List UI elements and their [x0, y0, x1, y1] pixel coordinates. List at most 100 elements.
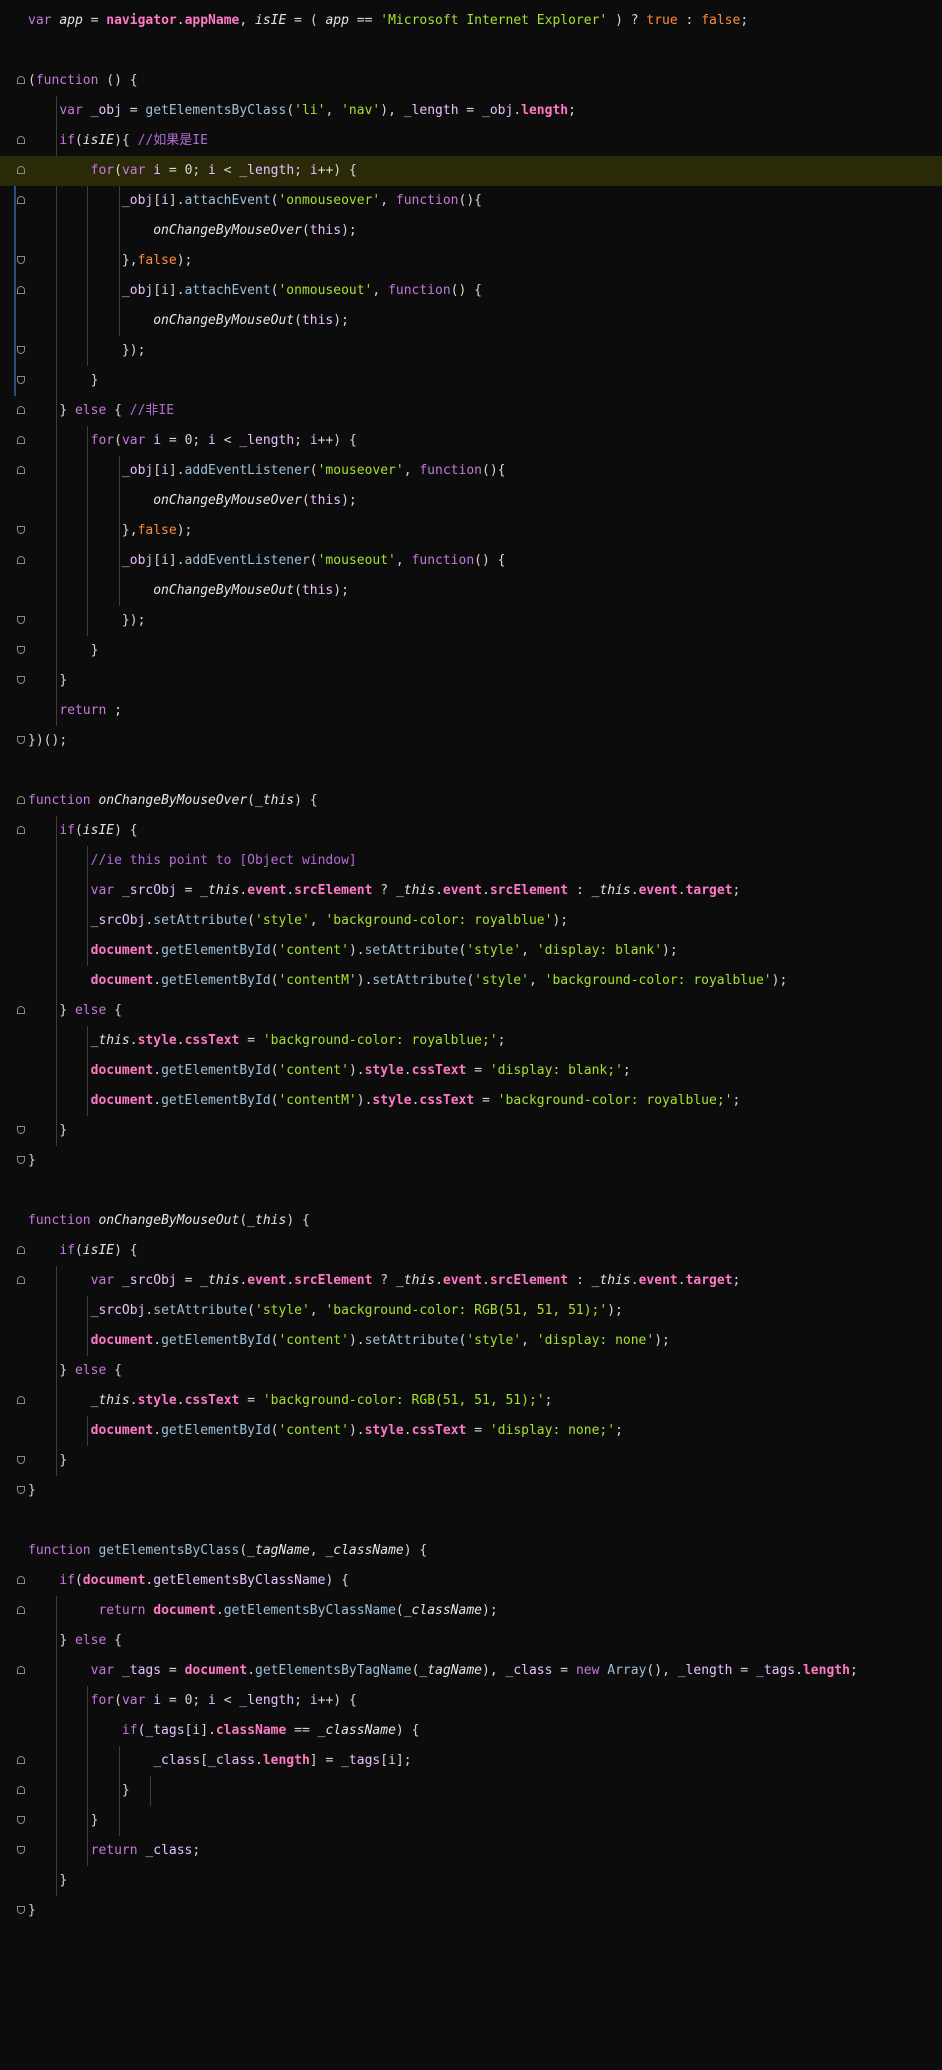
code-line[interactable]: }: [0, 366, 942, 396]
fold-collapse-icon[interactable]: [17, 1786, 25, 1794]
code-line[interactable]: onChangeByMouseOut(this);: [0, 576, 942, 606]
code-line[interactable]: document.getElementById('content').setAt…: [0, 1326, 942, 1356]
code-line[interactable]: onChangeByMouseOver(this);: [0, 216, 942, 246]
code-line[interactable]: return _class;: [0, 1836, 942, 1866]
code-line[interactable]: if(isIE) {: [0, 1236, 942, 1266]
code-line[interactable]: });: [0, 336, 942, 366]
code-line[interactable]: var app = navigator.appName, isIE = ( ap…: [0, 6, 942, 36]
fold-collapse-icon[interactable]: [17, 466, 25, 474]
code-line[interactable]: _obj[i].addEventListener('mouseout', fun…: [0, 546, 942, 576]
fold-collapse-icon[interactable]: [17, 1006, 25, 1014]
code-line[interactable]: }: [0, 1896, 942, 1926]
code-line[interactable]: return document.getElementsByClassName(_…: [0, 1596, 942, 1626]
fold-end-icon: [17, 376, 25, 384]
code-text: } else {: [59, 1003, 122, 1018]
code-line[interactable]: if(isIE) {: [0, 816, 942, 846]
fold-collapse-icon[interactable]: [17, 196, 25, 204]
code-line[interactable]: }: [0, 666, 942, 696]
code-text: },false);: [121, 523, 193, 538]
fold-collapse-icon[interactable]: [17, 166, 25, 174]
fold-end-icon: [17, 1846, 25, 1854]
code-line[interactable]: _srcObj.setAttribute('style', 'backgroun…: [0, 1296, 942, 1326]
code-text: onChangeByMouseOut(this);: [153, 583, 349, 598]
fold-collapse-icon[interactable]: [17, 436, 25, 444]
code-line[interactable]: [0, 756, 942, 786]
code-text: }: [28, 1153, 36, 1168]
fold-collapse-icon[interactable]: [17, 136, 25, 144]
code-line[interactable]: for(var i = 0; i < _length; i++) {: [0, 426, 942, 456]
code-line[interactable]: _obj[i].attachEvent('onmouseover', funct…: [0, 186, 942, 216]
code-line[interactable]: onChangeByMouseOut(this);: [0, 306, 942, 336]
code-line[interactable]: if(document.getElementsByClassName) {: [0, 1566, 942, 1596]
code-line[interactable]: _obj[i].addEventListener('mouseover', fu…: [0, 456, 942, 486]
code-text: if(isIE) {: [59, 823, 138, 838]
code-line[interactable]: var _srcObj = _this.event.srcElement ? _…: [0, 1266, 942, 1296]
code-line[interactable]: function onChangeByMouseOut(_this) {: [0, 1206, 942, 1236]
code-line[interactable]: } else { //非IE: [0, 396, 942, 426]
code-line[interactable]: function getElementsByClass(_tagName, _c…: [0, 1536, 942, 1566]
fold-collapse-icon[interactable]: [17, 826, 25, 834]
code-line[interactable]: },false);: [0, 516, 942, 546]
fold-collapse-icon[interactable]: [17, 1276, 25, 1284]
code-line[interactable]: document.getElementById('content').style…: [0, 1416, 942, 1446]
code-line[interactable]: document.getElementById('contentM').setA…: [0, 966, 942, 996]
code-line[interactable]: return ;: [0, 696, 942, 726]
fold-collapse-icon[interactable]: [17, 1756, 25, 1764]
fold-collapse-icon[interactable]: [17, 1606, 25, 1614]
fold-end-icon: [17, 526, 25, 534]
code-line[interactable]: } else {: [0, 1626, 942, 1656]
code-line[interactable]: _class[_class.length] = _tags[i];: [0, 1746, 942, 1776]
fold-collapse-icon[interactable]: [17, 1576, 25, 1584]
code-line[interactable]: document.getElementById('content').style…: [0, 1056, 942, 1086]
code-line[interactable]: if(isIE){ //如果是IE: [0, 126, 942, 156]
code-line[interactable]: onChangeByMouseOver(this);: [0, 486, 942, 516]
code-text: _class[_class.length] = _tags[i];: [153, 1753, 412, 1768]
code-line[interactable]: },false);: [0, 246, 942, 276]
code-line[interactable]: }: [0, 1446, 942, 1476]
fold-collapse-icon[interactable]: [17, 406, 25, 414]
code-line[interactable]: })();: [0, 726, 942, 756]
code-line[interactable]: _this.style.cssText = 'background-color:…: [0, 1026, 942, 1056]
fold-collapse-icon[interactable]: [17, 1396, 25, 1404]
code-text: document.getElementById('content').style…: [90, 1423, 623, 1438]
code-line[interactable]: _srcObj.setAttribute('style', 'backgroun…: [0, 906, 942, 936]
code-line[interactable]: }: [0, 636, 942, 666]
code-line[interactable]: }: [0, 1806, 942, 1836]
code-line[interactable]: }: [0, 1866, 942, 1896]
code-line[interactable]: }: [0, 1116, 942, 1146]
code-line[interactable]: [0, 1176, 942, 1206]
code-line[interactable]: //ie this point to [Object window]: [0, 846, 942, 876]
code-line[interactable]: [0, 1506, 942, 1536]
fold-collapse-icon[interactable]: [17, 76, 25, 84]
code-editor[interactable]: var app = navigator.appName, isIE = ( ap…: [0, 0, 942, 2070]
code-line[interactable]: }: [0, 1476, 942, 1506]
code-line[interactable]: [0, 36, 942, 66]
code-line[interactable]: (function () {: [0, 66, 942, 96]
code-line[interactable]: for(var i = 0; i < _length; i++) {: [0, 156, 942, 186]
fold-collapse-icon[interactable]: [17, 556, 25, 564]
fold-collapse-icon[interactable]: [17, 1666, 25, 1674]
code-line[interactable]: } else {: [0, 1356, 942, 1386]
code-line[interactable]: });: [0, 606, 942, 636]
code-line[interactable]: for(var i = 0; i < _length; i++) {: [0, 1686, 942, 1716]
code-line[interactable]: var _srcObj = _this.event.srcElement ? _…: [0, 876, 942, 906]
code-line[interactable]: if(_tags[i].className == _className) {: [0, 1716, 942, 1746]
code-line[interactable]: }: [0, 1146, 942, 1176]
code-text: },false);: [121, 253, 193, 268]
code-line[interactable]: var _obj = getElementsByClass('li', 'nav…: [0, 96, 942, 126]
code-text: _obj[i].attachEvent('onmouseover', funct…: [121, 193, 482, 208]
code-line[interactable]: document.getElementById('contentM').styl…: [0, 1086, 942, 1116]
fold-collapse-icon[interactable]: [17, 286, 25, 294]
code-line[interactable]: _this.style.cssText = 'background-color:…: [0, 1386, 942, 1416]
fold-end-icon: [17, 346, 25, 354]
code-text: _srcObj.setAttribute('style', 'backgroun…: [90, 1303, 623, 1318]
fold-collapse-icon[interactable]: [17, 1246, 25, 1254]
code-line[interactable]: _obj[i].attachEvent('onmouseout', functi…: [0, 276, 942, 306]
code-line[interactable]: var _tags = document.getElementsByTagNam…: [0, 1656, 942, 1686]
code-line[interactable]: }: [0, 1776, 942, 1806]
code-line[interactable]: } else {: [0, 996, 942, 1026]
code-line[interactable]: function onChangeByMouseOver(_this) {: [0, 786, 942, 816]
fold-end-icon: [17, 736, 25, 744]
fold-collapse-icon[interactable]: [17, 796, 25, 804]
code-line[interactable]: document.getElementById('content').setAt…: [0, 936, 942, 966]
